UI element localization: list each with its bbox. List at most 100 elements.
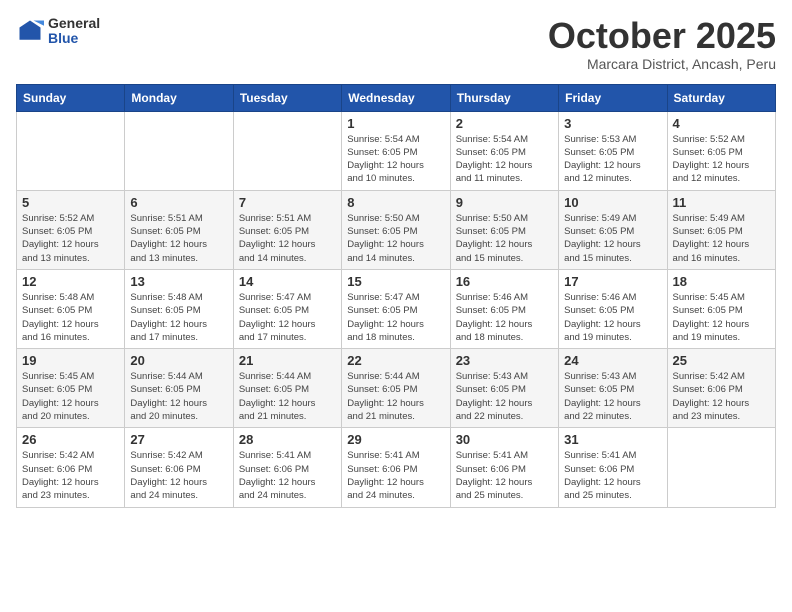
day-info: Sunrise: 5:46 AM Sunset: 6:05 PM Dayligh… [456, 291, 553, 344]
day-number: 10 [564, 195, 661, 210]
day-number: 21 [239, 353, 336, 368]
calendar-day-cell: 22 Sunrise: 5:44 AM Sunset: 6:05 PM Dayli… [342, 349, 450, 428]
calendar-day-cell: 28 Sunrise: 5:41 AM Sunset: 6:06 PM Dayli… [233, 428, 341, 507]
day-number: 22 [347, 353, 444, 368]
day-info: Sunrise: 5:44 AM Sunset: 6:05 PM Dayligh… [130, 370, 227, 423]
calendar-day-cell: 7 Sunrise: 5:51 AM Sunset: 6:05 PM Daylig… [233, 190, 341, 269]
calendar-day-cell: 27Sunrise: 5:42 AM Sunset: 6:06 PM Dayli… [125, 428, 233, 507]
logo-blue-text: Blue [48, 31, 100, 46]
calendar-day-cell: 3Sunrise: 5:53 AM Sunset: 6:05 PM Daylig… [559, 111, 667, 190]
day-info: Sunrise: 5:51 AM Sunset: 6:05 PM Dayligh… [239, 212, 336, 265]
calendar-day-cell: 19Sunrise: 5:45 AM Sunset: 6:05 PM Dayli… [17, 349, 125, 428]
day-info: Sunrise: 5:52 AM Sunset: 6:05 PM Dayligh… [22, 212, 119, 265]
calendar-day-cell: 11Sunrise: 5:49 AM Sunset: 6:05 PM Dayli… [667, 190, 775, 269]
day-number: 27 [130, 432, 227, 447]
logo-general-text: General [48, 16, 100, 31]
day-info: Sunrise: 5:47 AM Sunset: 6:05 PM Dayligh… [239, 291, 336, 344]
day-info: Sunrise: 5:52 AM Sunset: 6:05 PM Dayligh… [673, 133, 770, 186]
day-info: Sunrise: 5:44 AM Sunset: 6:05 PM Dayligh… [347, 370, 444, 423]
day-info: Sunrise: 5:44 AM Sunset: 6:05 PM Dayligh… [239, 370, 336, 423]
day-info: Sunrise: 5:49 AM Sunset: 6:05 PM Dayligh… [673, 212, 770, 265]
calendar-empty-cell [17, 111, 125, 190]
day-number: 7 [239, 195, 336, 210]
logo: General Blue [16, 16, 100, 47]
day-number: 28 [239, 432, 336, 447]
calendar-day-cell: 20 Sunrise: 5:44 AM Sunset: 6:05 PM Dayli… [125, 349, 233, 428]
calendar-day-cell: 18 Sunrise: 5:45 AM Sunset: 6:05 PM Dayli… [667, 269, 775, 348]
calendar-day-cell: 13 Sunrise: 5:48 AM Sunset: 6:05 PM Dayli… [125, 269, 233, 348]
calendar-week-row: 19Sunrise: 5:45 AM Sunset: 6:05 PM Dayli… [17, 349, 776, 428]
day-number: 31 [564, 432, 661, 447]
day-info: Sunrise: 5:45 AM Sunset: 6:05 PM Dayligh… [673, 291, 770, 344]
calendar-day-cell: 26Sunrise: 5:42 AM Sunset: 6:06 PM Dayli… [17, 428, 125, 507]
day-number: 30 [456, 432, 553, 447]
calendar-empty-cell [667, 428, 775, 507]
calendar-day-cell: 16 Sunrise: 5:46 AM Sunset: 6:05 PM Dayli… [450, 269, 558, 348]
day-info: Sunrise: 5:42 AM Sunset: 6:06 PM Dayligh… [673, 370, 770, 423]
day-number: 20 [130, 353, 227, 368]
day-info: Sunrise: 5:43 AM Sunset: 6:05 PM Dayligh… [456, 370, 553, 423]
weekday-header-row: SundayMondayTuesdayWednesdayThursdayFrid… [17, 84, 776, 111]
calendar-day-cell: 23Sunrise: 5:43 AM Sunset: 6:05 PM Dayli… [450, 349, 558, 428]
day-number: 2 [456, 116, 553, 131]
day-number: 1 [347, 116, 444, 131]
day-number: 12 [22, 274, 119, 289]
calendar-day-cell: 8Sunrise: 5:50 AM Sunset: 6:05 PM Daylig… [342, 190, 450, 269]
day-number: 29 [347, 432, 444, 447]
day-number: 26 [22, 432, 119, 447]
page-header: General Blue October 2025 Marcara Distri… [16, 16, 776, 72]
day-info: Sunrise: 5:41 AM Sunset: 6:06 PM Dayligh… [239, 449, 336, 502]
day-info: Sunrise: 5:46 AM Sunset: 6:05 PM Dayligh… [564, 291, 661, 344]
weekday-header-wednesday: Wednesday [342, 84, 450, 111]
calendar-empty-cell [233, 111, 341, 190]
calendar-day-cell: 9 Sunrise: 5:50 AM Sunset: 6:05 PM Daylig… [450, 190, 558, 269]
calendar-day-cell: 5 Sunrise: 5:52 AM Sunset: 6:05 PM Daylig… [17, 190, 125, 269]
day-info: Sunrise: 5:49 AM Sunset: 6:05 PM Dayligh… [564, 212, 661, 265]
calendar-day-cell: 6 Sunrise: 5:51 AM Sunset: 6:05 PM Daylig… [125, 190, 233, 269]
calendar-week-row: 12 Sunrise: 5:48 AM Sunset: 6:05 PM Dayli… [17, 269, 776, 348]
weekday-header-tuesday: Tuesday [233, 84, 341, 111]
weekday-header-friday: Friday [559, 84, 667, 111]
calendar-table: SundayMondayTuesdayWednesdayThursdayFrid… [16, 84, 776, 508]
day-info: Sunrise: 5:45 AM Sunset: 6:05 PM Dayligh… [22, 370, 119, 423]
day-number: 4 [673, 116, 770, 131]
day-number: 24 [564, 353, 661, 368]
calendar-day-cell: 17 Sunrise: 5:46 AM Sunset: 6:05 PM Dayli… [559, 269, 667, 348]
calendar-empty-cell [125, 111, 233, 190]
day-info: Sunrise: 5:50 AM Sunset: 6:05 PM Dayligh… [347, 212, 444, 265]
calendar-day-cell: 2 Sunrise: 5:54 AM Sunset: 6:05 PM Daylig… [450, 111, 558, 190]
day-number: 6 [130, 195, 227, 210]
day-info: Sunrise: 5:47 AM Sunset: 6:05 PM Dayligh… [347, 291, 444, 344]
day-number: 16 [456, 274, 553, 289]
day-number: 17 [564, 274, 661, 289]
calendar-day-cell: 10 Sunrise: 5:49 AM Sunset: 6:05 PM Dayli… [559, 190, 667, 269]
calendar-day-cell: 12 Sunrise: 5:48 AM Sunset: 6:05 PM Dayli… [17, 269, 125, 348]
calendar-day-cell: 30Sunrise: 5:41 AM Sunset: 6:06 PM Dayli… [450, 428, 558, 507]
day-info: Sunrise: 5:41 AM Sunset: 6:06 PM Dayligh… [564, 449, 661, 502]
calendar-day-cell: 21 Sunrise: 5:44 AM Sunset: 6:05 PM Dayli… [233, 349, 341, 428]
day-info: Sunrise: 5:50 AM Sunset: 6:05 PM Dayligh… [456, 212, 553, 265]
calendar-day-cell: 4 Sunrise: 5:52 AM Sunset: 6:05 PM Daylig… [667, 111, 775, 190]
day-info: Sunrise: 5:53 AM Sunset: 6:05 PM Dayligh… [564, 133, 661, 186]
day-number: 5 [22, 195, 119, 210]
calendar-week-row: 1 Sunrise: 5:54 AM Sunset: 6:05 PM Daylig… [17, 111, 776, 190]
day-number: 15 [347, 274, 444, 289]
day-info: Sunrise: 5:48 AM Sunset: 6:05 PM Dayligh… [22, 291, 119, 344]
day-info: Sunrise: 5:48 AM Sunset: 6:05 PM Dayligh… [130, 291, 227, 344]
title-section: October 2025 Marcara District, Ancash, P… [548, 16, 776, 72]
month-title: October 2025 [548, 16, 776, 56]
calendar-day-cell: 15 Sunrise: 5:47 AM Sunset: 6:05 PM Dayli… [342, 269, 450, 348]
day-info: Sunrise: 5:54 AM Sunset: 6:05 PM Dayligh… [456, 133, 553, 186]
calendar-day-cell: 29Sunrise: 5:41 AM Sunset: 6:06 PM Dayli… [342, 428, 450, 507]
logo-icon [16, 17, 44, 45]
calendar-day-cell: 31 Sunrise: 5:41 AM Sunset: 6:06 PM Dayli… [559, 428, 667, 507]
calendar-day-cell: 14Sunrise: 5:47 AM Sunset: 6:05 PM Dayli… [233, 269, 341, 348]
day-number: 9 [456, 195, 553, 210]
day-number: 18 [673, 274, 770, 289]
day-info: Sunrise: 5:51 AM Sunset: 6:05 PM Dayligh… [130, 212, 227, 265]
weekday-header-sunday: Sunday [17, 84, 125, 111]
weekday-header-saturday: Saturday [667, 84, 775, 111]
day-number: 13 [130, 274, 227, 289]
location-subtitle: Marcara District, Ancash, Peru [548, 56, 776, 72]
day-number: 25 [673, 353, 770, 368]
